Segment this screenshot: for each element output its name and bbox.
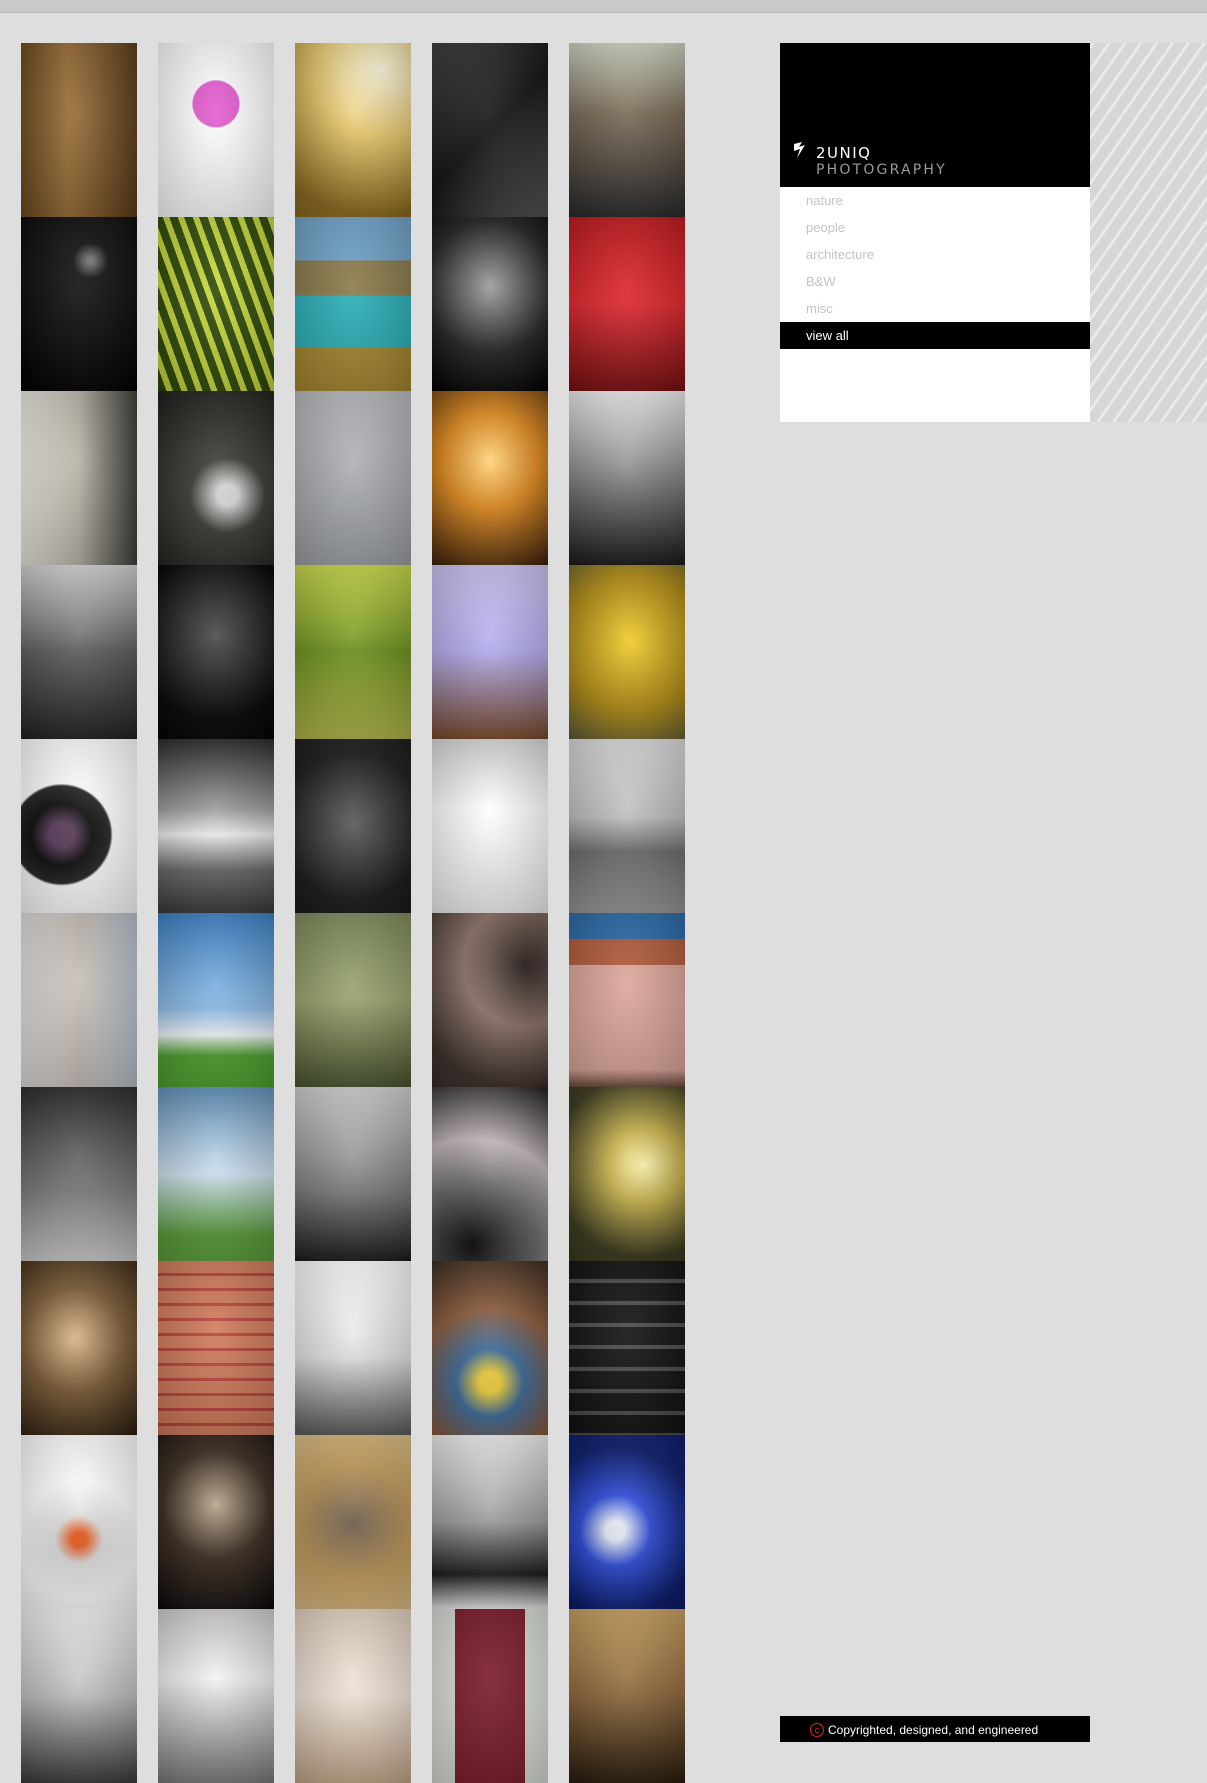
photo-thumbnail-ball-pool-kids[interactable] [432, 1261, 548, 1435]
photo-thumbnail-dog-running[interactable] [295, 1435, 411, 1609]
photo-thumbnail-power-tower-sunset[interactable] [295, 43, 411, 217]
photo-thumbnail-sunset-trees[interactable] [432, 391, 548, 565]
photo-thumbnail-crane-sunset[interactable] [569, 1087, 685, 1261]
photo-thumbnail-arm-window[interactable] [21, 391, 137, 565]
photo-thumbnail-clouds-hill[interactable] [158, 1087, 274, 1261]
photo-thumbnail-pattern-dark[interactable] [295, 739, 411, 913]
photo-thumbnail-smoke-bw[interactable] [158, 565, 274, 739]
nav-item-bw[interactable]: B&W [780, 268, 1090, 295]
photo-thumbnail-staircase[interactable] [569, 1609, 685, 1783]
photo-thumbnail-face-profile[interactable] [21, 913, 137, 1087]
photo-thumbnail-ducks-decoys[interactable] [432, 1435, 548, 1609]
nav-item-nature[interactable]: nature [780, 187, 1090, 214]
copyright-footer: c Copyrighted, designed, and engineered [780, 1716, 1090, 1742]
browser-top-bar [0, 0, 1207, 13]
photo-thumbnail-sneakers-gravel[interactable] [158, 391, 274, 565]
photo-thumbnail-river-canyon[interactable] [295, 217, 411, 391]
photo-thumbnail-branches-grey-sky[interactable] [295, 391, 411, 565]
photo-thumbnail-golfer-bw[interactable] [569, 739, 685, 913]
nav-item-architecture[interactable]: architecture [780, 241, 1090, 268]
nav-item-misc[interactable]: misc [780, 295, 1090, 322]
photo-thumbnail-yellow-tree[interactable] [569, 565, 685, 739]
photo-thumbnail-pink-orchid[interactable] [158, 43, 274, 217]
logo[interactable]: 2UNIQ PHOTOGRAPHY [780, 43, 1090, 187]
photo-thumbnail-legs-white-floor[interactable] [432, 739, 548, 913]
hatched-decoration [1090, 43, 1207, 422]
photo-thumbnail-flower-petals-mono[interactable] [432, 913, 548, 1087]
photo-thumbnail-red-door[interactable] [432, 1609, 548, 1783]
photo-thumbnail-green-leaf[interactable] [158, 217, 274, 391]
photo-thumbnail-angel-statue[interactable] [295, 1261, 411, 1435]
photo-thumbnail-white-flowers[interactable] [295, 1609, 411, 1783]
nav-item-view-all[interactable]: view all [780, 322, 1090, 349]
brand-name: 2UNIQ [816, 144, 872, 162]
photo-grid [21, 43, 686, 1783]
category-nav: nature people architecture B&W misc view… [780, 187, 1090, 349]
photo-thumbnail-glasses-reflection-bw[interactable] [21, 565, 137, 739]
photo-thumbnail-man-portrait[interactable] [569, 43, 685, 217]
photo-thumbnail-statue-clouds-bw[interactable] [569, 391, 685, 565]
photo-thumbnail-fishing-reel[interactable] [21, 1435, 137, 1609]
photo-thumbnail-field-clouds-bw[interactable] [158, 739, 274, 913]
photo-thumbnail-cap-portrait-bw[interactable] [432, 217, 548, 391]
photo-thumbnail-hospital-hall-bw[interactable] [158, 1609, 274, 1783]
photo-thumbnail-bench-park[interactable] [295, 565, 411, 739]
photo-thumbnail-brick-building[interactable] [569, 913, 685, 1087]
photo-thumbnail-dandelions[interactable] [295, 913, 411, 1087]
photo-thumbnail-gear-lavender[interactable] [432, 565, 548, 739]
photo-thumbnail-red-box-latch[interactable] [569, 217, 685, 391]
photo-thumbnail-night-street[interactable] [21, 217, 137, 391]
photo-thumbnail-window-silhouette[interactable] [158, 1435, 274, 1609]
photo-thumbnail-statue-bw[interactable] [295, 1087, 411, 1261]
photo-thumbnail-horse-bw[interactable] [432, 43, 548, 217]
photo-thumbnail-red-wood-stack[interactable] [158, 1261, 274, 1435]
photo-thumbnail-blue-dome[interactable] [569, 1435, 685, 1609]
nav-item-people[interactable]: people [780, 214, 1090, 241]
brand-tagline: PHOTOGRAPHY [816, 162, 947, 178]
logo-mark-icon [794, 142, 805, 158]
navigation-panel: 2UNIQ PHOTOGRAPHY nature people architec… [780, 43, 1090, 422]
photo-thumbnail-keyboard-bw[interactable] [569, 1261, 685, 1435]
photo-thumbnail-leaf-on-wood[interactable] [21, 43, 137, 217]
photo-thumbnail-camera-lens[interactable] [21, 739, 137, 913]
copyright-text: Copyrighted, designed, and engineered [828, 1723, 1039, 1737]
photo-thumbnail-chrysanthemum-bw[interactable] [432, 1087, 548, 1261]
photo-thumbnail-branches-sepia[interactable] [21, 1261, 137, 1435]
photo-thumbnail-kitchen-bw[interactable] [21, 1609, 137, 1783]
photo-thumbnail-blue-sky-green-field[interactable] [158, 913, 274, 1087]
photo-thumbnail-flags-bw[interactable] [21, 1087, 137, 1261]
copyright-icon: c [810, 1722, 824, 1737]
